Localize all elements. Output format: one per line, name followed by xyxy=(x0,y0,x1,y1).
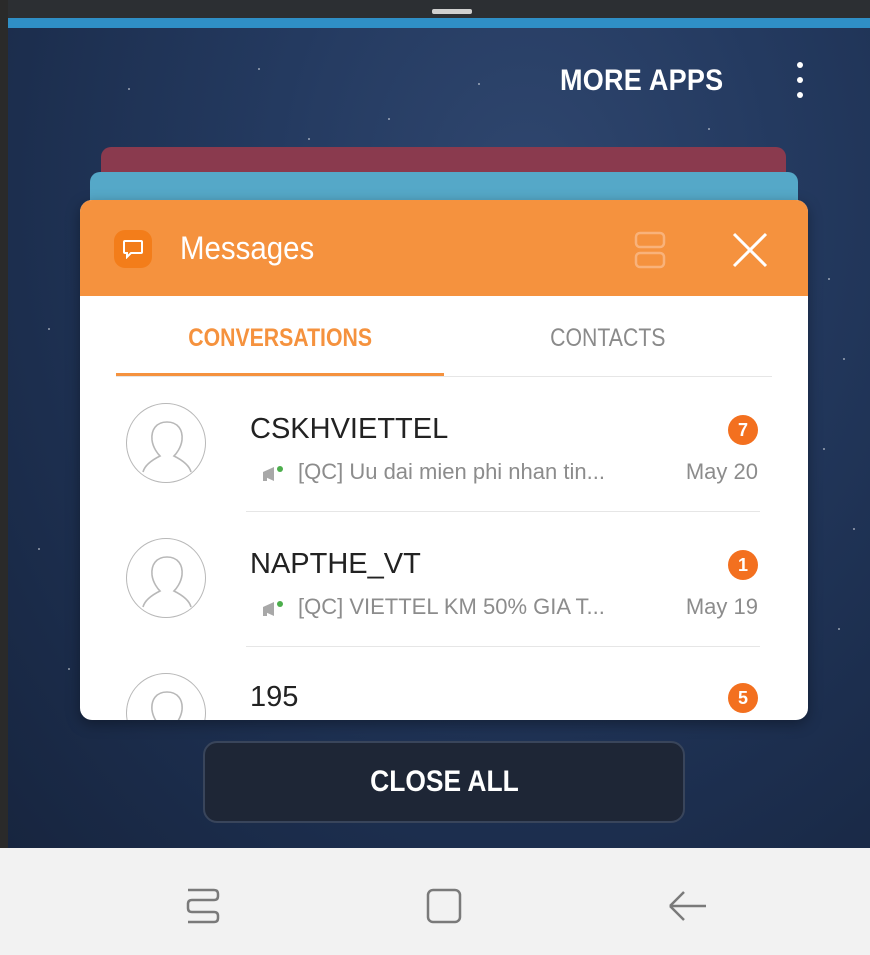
avatar-icon xyxy=(126,403,206,483)
tab-label: CONTACTS xyxy=(550,324,666,352)
more-vert-icon[interactable] xyxy=(790,62,810,104)
conversation-list: CSKHVIETTEL [QC] Uu dai mien phi nhan ti… xyxy=(80,377,808,720)
tab-contacts[interactable]: CONTACTS xyxy=(444,296,772,376)
contact-name: 195 xyxy=(250,681,299,713)
promo-icon xyxy=(260,463,286,485)
conversation-row[interactable]: CSKHVIETTEL [QC] Uu dai mien phi nhan ti… xyxy=(80,377,808,512)
left-edge xyxy=(0,0,8,848)
recent-apps-icon[interactable] xyxy=(178,882,226,930)
conversation-row[interactable]: NAPTHE_VT [QC] VIETTEL KM 50% GIA T... 1… xyxy=(80,512,808,647)
split-screen-icon[interactable] xyxy=(632,230,668,270)
contact-name: CSKHVIETTEL xyxy=(250,413,449,445)
card-header: Messages xyxy=(80,200,808,296)
close-all-button[interactable]: CLOSE ALL xyxy=(203,741,685,823)
unread-badge: 5 xyxy=(728,683,758,713)
message-preview: [QC] VIETTEL KM 50% GIA T... xyxy=(298,594,605,619)
close-all-label: CLOSE ALL xyxy=(369,765,519,798)
active-tab-indicator xyxy=(116,373,444,376)
app-title: Messages xyxy=(180,230,315,266)
contact-name: NAPTHE_VT xyxy=(250,548,421,580)
avatar-icon xyxy=(126,538,206,618)
unread-badge: 1 xyxy=(728,550,758,580)
close-icon[interactable] xyxy=(730,230,770,270)
message-preview: [QC] Uu dai mien phi nhan tin... xyxy=(298,459,605,484)
tab-conversations[interactable]: CONVERSATIONS xyxy=(116,296,444,376)
more-apps-button[interactable]: MORE APPS xyxy=(560,64,723,98)
unread-badge: 7 xyxy=(728,415,758,445)
chat-bubble-icon xyxy=(114,230,152,268)
message-date: May 19 xyxy=(685,594,758,619)
messages-app-card[interactable]: Messages CONVERSATIONS CONTACTS CSKHVIET… xyxy=(80,200,808,720)
drag-handle xyxy=(432,9,472,14)
tab-bar: CONVERSATIONS CONTACTS xyxy=(116,296,772,377)
conversation-row[interactable]: 195 5 xyxy=(80,647,808,720)
home-icon[interactable] xyxy=(420,882,468,930)
promo-icon xyxy=(260,598,286,620)
message-date: May 20 xyxy=(685,459,758,484)
tab-label: CONVERSATIONS xyxy=(188,324,372,352)
avatar-icon xyxy=(126,673,206,720)
navigation-bar xyxy=(0,848,870,955)
top-accent-bar xyxy=(8,18,870,28)
back-arrow-icon[interactable] xyxy=(664,882,712,930)
top-status-strip xyxy=(8,0,870,18)
